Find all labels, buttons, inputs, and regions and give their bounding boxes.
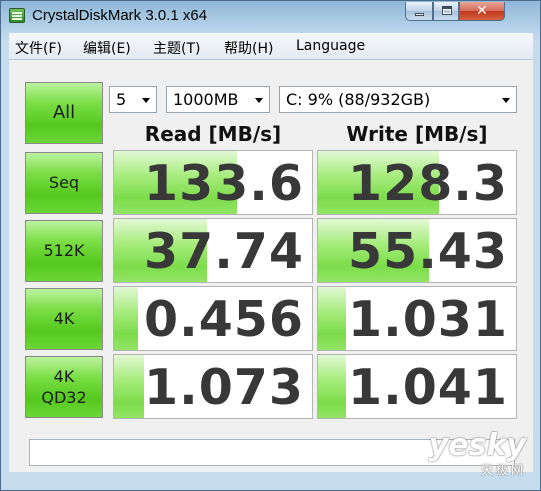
- chevron-down-icon: [255, 98, 263, 103]
- 4k-qd32-write-value: 1.041: [348, 359, 508, 416]
- maximize-icon: [442, 6, 452, 15]
- menu-language[interactable]: Language: [296, 38, 365, 54]
- all-button-label: All: [52, 102, 76, 123]
- seq-write-result: 128.3: [317, 150, 517, 215]
- 512k-test-label: 512K: [43, 241, 85, 260]
- menu-bar: 文件(F) 编辑(E) 主题(T) 帮助(H) Language: [9, 33, 533, 60]
- write-header: Write [MB/s]: [346, 122, 488, 146]
- menu-help[interactable]: 帮助(H): [224, 38, 273, 58]
- 4k-qd32-read-bar: [114, 355, 144, 418]
- size-value: 1000MB: [173, 90, 239, 109]
- drive-value: C: 9% (88/932GB): [286, 90, 431, 109]
- watermark-sub: 天极网: [480, 463, 526, 477]
- 4k-write-bar: [318, 287, 346, 350]
- 512k-read-value: 37.74: [144, 223, 304, 280]
- 4k-qd32-label-line2: QD32: [41, 388, 87, 407]
- 4k-qd32-read-value: 1.073: [144, 359, 304, 416]
- count-value: 5: [116, 90, 127, 109]
- menu-file[interactable]: 文件(F): [15, 38, 62, 58]
- 512k-write-result: 55.43: [317, 218, 517, 283]
- all-button[interactable]: All: [25, 82, 103, 144]
- seq-read-result: 133.6: [113, 150, 313, 215]
- 4k-qd32-test-button[interactable]: 4K QD32: [25, 356, 103, 418]
- watermark-brand: yesky: [428, 428, 526, 463]
- close-button[interactable]: ✕: [459, 2, 505, 21]
- chevron-down-icon: [142, 98, 150, 103]
- app-window: CrystalDiskMark 3.0.1 x64 ✕ 文件(F) 编辑(E) …: [0, 0, 541, 491]
- 4k-read-bar: [114, 287, 138, 350]
- window-title: CrystalDiskMark 3.0.1 x64: [32, 7, 208, 24]
- 4k-qd32-read-result: 1.073: [113, 354, 313, 419]
- 4k-qd32-write-bar: [318, 355, 346, 418]
- title-bar[interactable]: CrystalDiskMark 3.0.1 x64 ✕: [1, 1, 540, 31]
- count-select[interactable]: 5: [109, 86, 157, 113]
- seq-read-value: 133.6: [144, 155, 304, 212]
- close-icon: ✕: [476, 3, 488, 19]
- maximize-button[interactable]: [433, 2, 459, 21]
- 512k-read-result: 37.74: [113, 218, 313, 283]
- seq-write-value: 128.3: [348, 155, 508, 212]
- 4k-test-label: 4K: [53, 309, 75, 328]
- 4k-read-result: 0.456: [113, 286, 313, 351]
- read-header: Read [MB/s]: [144, 122, 282, 146]
- chevron-down-icon: [502, 98, 510, 103]
- 4k-write-result: 1.031: [317, 286, 517, 351]
- app-icon: [9, 8, 25, 23]
- watermark-logo: yesky 天极网: [429, 431, 526, 478]
- 512k-write-value: 55.43: [348, 223, 508, 280]
- minimize-icon: [415, 13, 424, 16]
- menu-edit[interactable]: 编辑(E): [83, 38, 131, 58]
- drive-select[interactable]: C: 9% (88/932GB): [279, 86, 517, 113]
- size-select[interactable]: 1000MB: [166, 86, 270, 113]
- client-area: All 5 1000MB C: 9% (88/932GB) Read [MB/s…: [9, 60, 533, 472]
- 4k-read-value: 0.456: [144, 291, 304, 348]
- 4k-qd32-label-line1: 4K: [53, 367, 75, 386]
- 4k-write-value: 1.031: [348, 291, 508, 348]
- 4k-qd32-test-label: 4K QD32: [26, 366, 102, 408]
- seq-test-button[interactable]: Seq: [25, 152, 103, 214]
- 4k-qd32-write-result: 1.041: [317, 354, 517, 419]
- menu-theme[interactable]: 主题(T): [153, 38, 200, 58]
- minimize-button[interactable]: [405, 2, 433, 21]
- 512k-test-button[interactable]: 512K: [25, 220, 103, 282]
- seq-test-label: Seq: [48, 173, 80, 192]
- 4k-test-button[interactable]: 4K: [25, 288, 103, 350]
